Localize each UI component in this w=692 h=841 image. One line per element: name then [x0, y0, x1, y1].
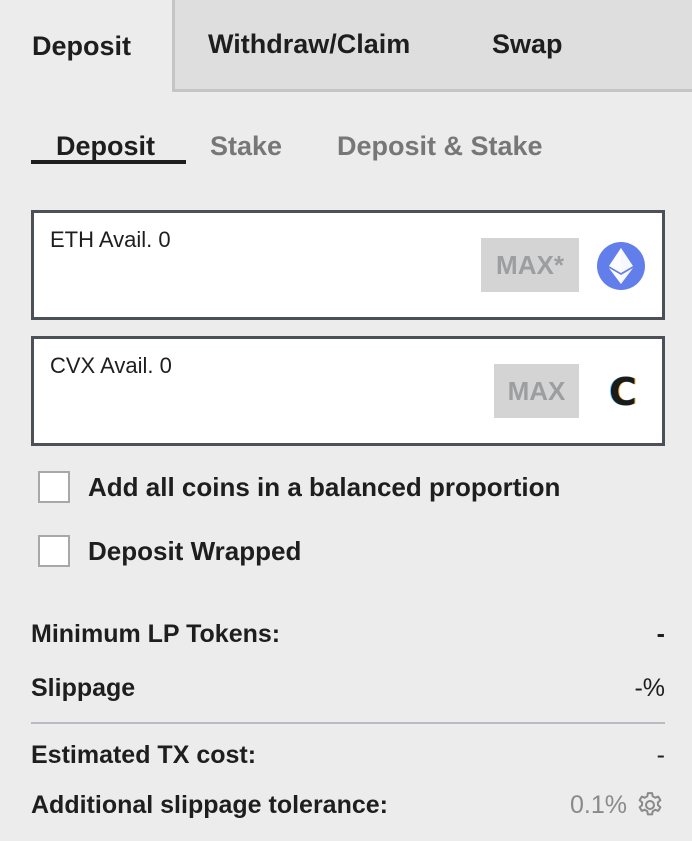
cvx-icon: C [603, 370, 643, 414]
tab-deposit-label: Deposit [32, 30, 132, 61]
tab-withdraw-claim[interactable]: Withdraw/Claim [208, 0, 410, 88]
deposit-wrapped-option[interactable]: Deposit Wrapped [38, 534, 301, 568]
slippage-value: -% [634, 673, 665, 702]
top-tab-bar: Deposit Withdraw/Claim Swap [0, 0, 692, 92]
subtab-deposit-label: Deposit [56, 130, 156, 161]
additional-slippage-row: Additional slippage tolerance: 0.1% [31, 788, 665, 822]
eth-max-button[interactable]: MAX* [481, 238, 579, 292]
additional-slippage-control[interactable]: 0.1% [570, 790, 665, 820]
deposit-panel: Deposit Withdraw/Claim Swap Deposit Stak… [0, 0, 692, 841]
divider [31, 722, 665, 724]
min-lp-label: Minimum LP Tokens: [31, 619, 281, 648]
tx-cost-label: Estimated TX cost: [31, 740, 257, 769]
tab-withdraw-claim-label: Withdraw/Claim [208, 28, 411, 59]
subtab-deposit[interactable]: Deposit [56, 128, 155, 164]
subtab-stake[interactable]: Stake [210, 128, 282, 164]
additional-slippage-value: 0.1% [570, 790, 627, 819]
ethereum-icon [597, 242, 645, 290]
tab-swap-label: Swap [492, 28, 563, 59]
balanced-proportion-checkbox[interactable] [38, 471, 70, 503]
balanced-proportion-label: Add all coins in a balanced proportion [88, 471, 561, 502]
cvx-glyph: C [609, 370, 637, 414]
tx-cost-row: Estimated TX cost: - [31, 738, 665, 772]
balanced-proportion-option[interactable]: Add all coins in a balanced proportion [38, 470, 560, 504]
ethereum-glyph [609, 248, 633, 284]
cvx-amount-input[interactable]: CVX Avail. 0 MAX C [31, 336, 665, 446]
subtab-stake-label: Stake [210, 130, 283, 161]
additional-slippage-label: Additional slippage tolerance: [31, 790, 388, 819]
deposit-wrapped-label: Deposit Wrapped [88, 535, 302, 566]
eth-max-label: MAX* [496, 249, 564, 280]
min-lp-row: Minimum LP Tokens: - [31, 617, 665, 651]
gear-icon[interactable] [635, 790, 665, 820]
deposit-wrapped-checkbox[interactable] [38, 535, 70, 567]
tab-deposit[interactable]: Deposit [0, 0, 172, 92]
tab-swap[interactable]: Swap [492, 0, 563, 88]
slippage-row: Slippage -% [31, 671, 665, 705]
cvx-max-button[interactable]: MAX [494, 364, 579, 418]
eth-available-label: ETH Avail. 0 [50, 227, 171, 252]
cvx-max-label: MAX [507, 375, 566, 406]
eth-amount-input[interactable]: ETH Avail. 0 MAX* [31, 210, 665, 320]
cvx-available-label: CVX Avail. 0 [50, 353, 172, 378]
subtab-deposit-stake[interactable]: Deposit & Stake [337, 128, 543, 164]
subtab-deposit-stake-label: Deposit & Stake [337, 130, 543, 161]
tx-cost-value: - [656, 740, 665, 769]
min-lp-value: - [656, 619, 665, 648]
subtab-active-indicator [31, 160, 186, 164]
slippage-label: Slippage [31, 673, 136, 702]
